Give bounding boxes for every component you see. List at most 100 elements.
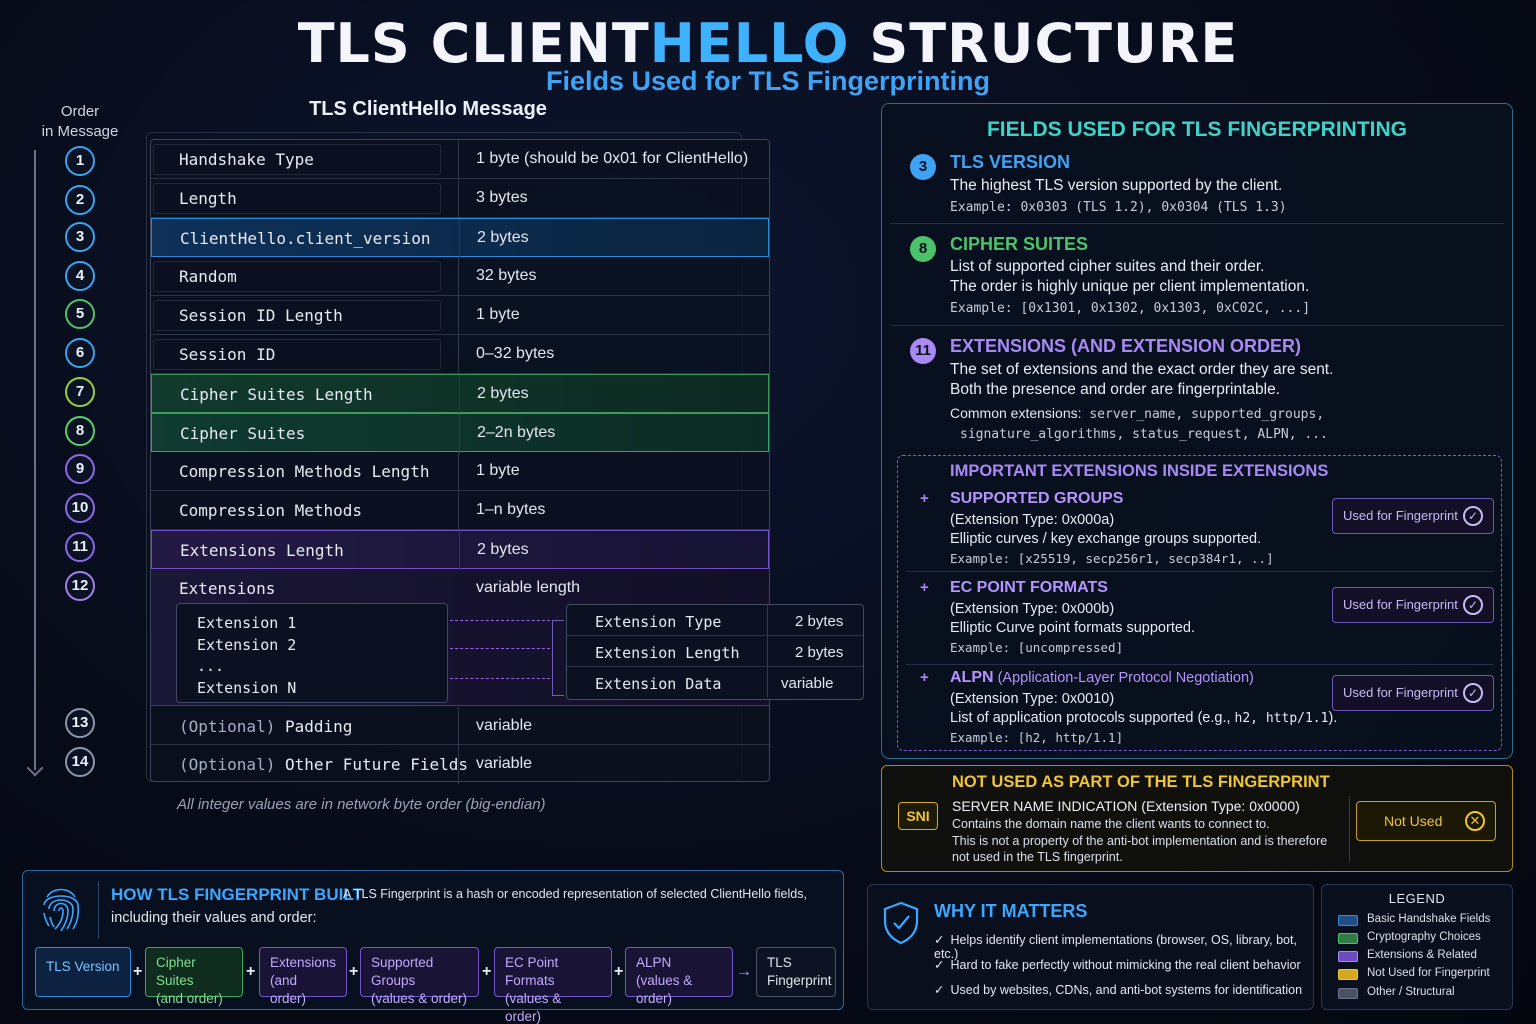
imp-item-alpn: + ALPN (Application-Layer Protocol Negot… <box>906 669 1494 749</box>
field-name: Extensions Length <box>180 541 344 560</box>
table-row: Extension Data variable <box>567 667 863 698</box>
how-built-description: A TLS Fingerprint is a hash or encoded r… <box>343 887 807 901</box>
check-icon: ✓ <box>934 983 945 997</box>
badge-label: Used for Fingerprint <box>1343 597 1458 612</box>
imp-type: (Extension Type: 0x000a) <box>950 512 1115 528</box>
column-divider <box>458 707 459 746</box>
field-name: Compression Methods <box>179 501 363 520</box>
field-name: Random <box>179 267 237 286</box>
arrow-right-icon: → <box>736 963 752 980</box>
column-divider <box>458 335 459 374</box>
not-used-heading: SERVER NAME INDICATION (Extension Type: … <box>952 798 1300 814</box>
imp-type: (Extension Type: 0x0010) <box>950 691 1115 707</box>
column-divider <box>458 452 459 491</box>
order-number: 6 <box>65 338 95 368</box>
column-divider <box>458 491 459 530</box>
legend-item: Not Used for Fingerprint <box>1367 967 1490 979</box>
field-size: 1 byte (should be 0x01 for ClientHello) <box>476 150 749 167</box>
description-line: not used in the TLS fingerprint. <box>952 850 1123 864</box>
fp-line: Both the presence and order are fingerpr… <box>950 381 1281 398</box>
used-for-fingerprint-badge[interactable]: Used for Fingerprint ✓ <box>1332 587 1494 623</box>
field-name: Length <box>179 189 237 208</box>
fp-line: The set of extensions and the exact orde… <box>950 361 1334 378</box>
detail-value: variable <box>781 675 834 692</box>
imp-example: Example: [h2, http/1.1] <box>950 730 1124 745</box>
order-number: 10 <box>65 493 95 523</box>
extension-item: Extension 2 <box>197 635 297 654</box>
field-size: 2 bytes <box>477 229 529 246</box>
column-divider <box>458 296 459 335</box>
chip-extensions: Extensions (and order) <box>259 947 347 1006</box>
order-badge: 8 <box>910 236 936 262</box>
field-name: Cipher Suites <box>180 424 306 443</box>
desc-part: ). <box>1328 710 1338 726</box>
important-extensions-box: IMPORTANT EXTENSIONS INSIDE EXTENSIONS +… <box>897 455 1502 751</box>
table-row-highlight-cipher-length: Cipher Suites Length 2 bytes <box>151 374 769 414</box>
plus-icon: + <box>133 963 143 980</box>
order-number: 14 <box>65 747 95 777</box>
field-size: 0–32 bytes <box>476 345 555 362</box>
field-name: Session ID Length <box>179 306 343 325</box>
legend-swatch-basic <box>1338 915 1358 926</box>
detail-key: Extension Data <box>595 675 722 693</box>
why-item: ✓ Used by websites, CDNs, and anti-bot sy… <box>934 982 1302 997</box>
order-number: 8 <box>65 416 95 446</box>
field-size: 1–n bytes <box>476 501 546 518</box>
chip-sub: (values & order) <box>636 973 693 1006</box>
check-icon: ✓ <box>934 958 945 972</box>
table-row-optional-padding: (Optional) Padding variable <box>151 707 769 746</box>
plus-icon: + <box>614 963 624 980</box>
plus-icon: + <box>246 963 256 980</box>
used-for-fingerprint-badge[interactable]: Used for Fingerprint ✓ <box>1332 675 1494 711</box>
table-row: Random 32 bytes <box>151 257 769 296</box>
chip-supported-groups: Supported Groups (values & order) <box>360 947 479 1006</box>
not-used-description: Contains the domain name the client want… <box>952 816 1327 866</box>
byte-order-note: All integer values are in network byte o… <box>177 796 546 813</box>
extension-detail-table: Extension Type 2 bytes Extension Length 2 … <box>566 604 864 700</box>
chip-label: Extensions <box>270 955 337 970</box>
fp-item-extensions: 11 EXTENSIONS (AND EXTENSION ORDER) The … <box>890 326 1504 451</box>
important-title: IMPORTANT EXTENSIONS INSIDE EXTENSIONS <box>950 462 1329 480</box>
desc-part: List of application protocols supported … <box>950 710 1235 726</box>
description-line: This is not a property of the anti-bot i… <box>952 833 1328 848</box>
legend-item: Other / Structural <box>1367 986 1455 998</box>
legend-swatch-not-used <box>1338 969 1358 980</box>
fp-example-cont: signature_algorithms, status_request, AL… <box>960 427 1328 442</box>
badge-label: Not Used <box>1384 813 1443 829</box>
order-number: 5 <box>65 299 95 329</box>
plus-icon: + <box>482 963 492 980</box>
optional-prefix: (Optional) <box>179 717 276 736</box>
column-divider <box>459 414 460 453</box>
extension-item: Extension N <box>197 678 297 697</box>
field-name: Compression Methods Length <box>179 462 430 481</box>
plus-icon: + <box>920 579 929 596</box>
imp-heading: EC POINT FORMATS <box>950 579 1108 596</box>
desc-code: h2, http/1.1 <box>1234 711 1329 726</box>
fp-line: The order is highly unique per client im… <box>950 278 1310 295</box>
not-used-badge[interactable]: Not Used ✕ <box>1356 801 1496 841</box>
page-subtitle: Fields Used for TLS Fingerprinting <box>545 66 990 96</box>
detail-value: 2 bytes <box>795 613 844 630</box>
field-size: 2 bytes <box>477 385 529 402</box>
panel-title: FIELDS USED FOR TLS FINGERPRINTING <box>986 118 1407 141</box>
fp-example: Common extensions: server_name, supporte… <box>950 405 1324 422</box>
field-name: Cipher Suites Length <box>180 385 373 404</box>
legend-swatch-crypto <box>1338 933 1358 944</box>
field-size: variable length <box>476 579 581 596</box>
chip-tls-version: TLS Version <box>35 947 131 997</box>
imp-description: Elliptic curves / key exchange groups su… <box>950 531 1262 547</box>
table-row: Compression Methods Length 1 byte <box>151 452 769 491</box>
used-for-fingerprint-badge[interactable]: Used for Fingerprint ✓ <box>1332 498 1494 534</box>
field-name: Extensions <box>179 579 276 598</box>
legend-swatch-other <box>1338 988 1358 999</box>
chip-sub: (and order) <box>270 973 307 1006</box>
imp-type: (Extension Type: 0x000b) <box>950 601 1115 617</box>
check-circle-icon: ✓ <box>1463 506 1483 526</box>
table-row-highlight-extensions-length: Extensions Length 2 bytes <box>151 530 769 570</box>
how-built-description-cont: including their values and order: <box>111 910 317 926</box>
order-number: 1 <box>65 146 95 176</box>
plus-icon: + <box>920 490 929 507</box>
fp-line: List of supported cipher suites and thei… <box>950 258 1265 275</box>
how-built-title: HOW TLS FINGERPRINT BUILT <box>111 885 363 904</box>
table-row: Extension Type 2 bytes <box>567 605 863 636</box>
